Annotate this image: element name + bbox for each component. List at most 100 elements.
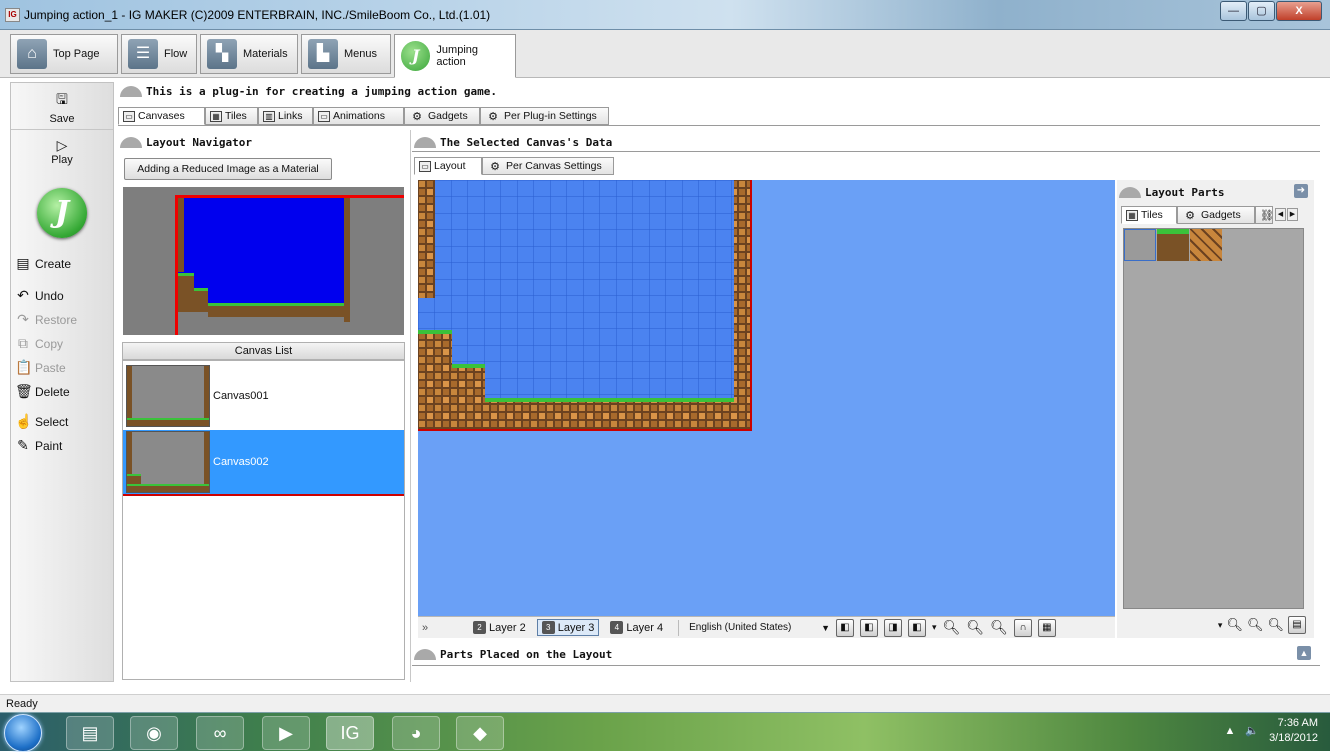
layout-parts-title: Layout Parts: [1119, 186, 1224, 199]
windows-taskbar: ▤ ◉ ∞ ▶ IG ◕ ◆ ▲ 🔈 7:36 AM 3/18/2012: [0, 712, 1330, 752]
clock-date[interactable]: 3/18/2012: [1269, 731, 1318, 746]
save-icon: 🖫: [56, 91, 68, 107]
layout-canvas[interactable]: [418, 180, 1115, 616]
tile-brick[interactable]: [1190, 229, 1222, 261]
zoom-in-icon[interactable]: 🔍︎: [1247, 617, 1264, 633]
app-icon[interactable]: ◆: [456, 716, 504, 750]
select-label: Select: [35, 414, 69, 429]
paint-button[interactable]: ✎ Paint: [15, 437, 62, 454]
layer-label: Layer 2: [489, 621, 526, 634]
layout-parts-panel: Layout Parts ➜ ▦ Tiles ⚙ Gadgets ⛓ ◀ ▶ ▾ 🔍…: [1117, 180, 1314, 638]
tab-jumping-action[interactable]: J Jumping action: [394, 34, 516, 78]
grid-icon[interactable]: ▦: [1037, 618, 1056, 637]
chrome-icon[interactable]: ◉: [130, 716, 178, 750]
canvas-list-item-selected[interactable]: Canvas002: [123, 430, 404, 496]
tab-links[interactable]: ▥ Links: [258, 107, 313, 125]
speaker-icon[interactable]: 🔈: [1245, 724, 1259, 739]
paint-label: Paint: [35, 438, 63, 453]
tab-tiles[interactable]: ▦ Tiles: [205, 107, 258, 125]
expand-button[interactable]: »: [422, 622, 462, 634]
tab-animations[interactable]: ▭ Animations: [313, 107, 404, 125]
ig-maker-icon[interactable]: IG: [326, 716, 374, 750]
tab-scroll-right-icon[interactable]: ▶: [1287, 208, 1298, 221]
tab-label: Animations: [333, 110, 385, 122]
layer-label: Layer 3: [557, 621, 595, 634]
layer-2-button[interactable]: 2 Layer 2: [468, 619, 531, 636]
save-button[interactable]: 🖫 Save: [11, 89, 113, 125]
tab-flow[interactable]: ☰ Flow: [121, 34, 197, 74]
tab-label: Layout: [434, 160, 466, 172]
zoom-out-icon[interactable]: 🔍︎: [1226, 617, 1243, 633]
menus-icon: ▙: [308, 39, 338, 69]
tab-label: Menus: [344, 48, 378, 60]
zoom-reset-icon[interactable]: 🔍︎: [990, 619, 1008, 636]
zoom-reset-icon[interactable]: 🔍︎: [1267, 617, 1284, 633]
list-view-icon[interactable]: ▤: [1288, 616, 1306, 634]
tab-gadgets[interactable]: ⚙ Gadgets: [404, 107, 480, 125]
add-reduced-image-button[interactable]: Adding a Reduced Image as a Material: [124, 158, 332, 180]
layout-map: [418, 180, 752, 431]
restore-button[interactable]: ↷ Restore: [15, 311, 77, 328]
tab-parts-more[interactable]: ⛓: [1255, 206, 1274, 224]
jumping-action-icon: J: [401, 41, 431, 71]
settings-icon: ⚙: [488, 110, 498, 123]
tab-menus[interactable]: ▙ Menus: [301, 34, 391, 74]
dropdown-arrow-icon[interactable]: ▾: [1218, 620, 1223, 631]
collapse-panel-icon[interactable]: ▲: [1297, 646, 1311, 660]
tab-layout[interactable]: ▭ Layout: [414, 157, 482, 175]
media-player-icon[interactable]: ▶: [262, 716, 310, 750]
play-button[interactable]: ▷ Play: [11, 137, 113, 166]
tab-label: Per Plug-in Settings: [504, 110, 597, 122]
close-button[interactable]: X: [1276, 1, 1322, 21]
status-bar: Ready: [0, 694, 1330, 712]
tab-materials[interactable]: ▚ Materials: [200, 34, 298, 74]
paste-button[interactable]: 📋 Paste: [15, 359, 66, 376]
tile-empty[interactable]: [1124, 229, 1156, 261]
copy-icon: ⧉: [18, 335, 28, 351]
create-button[interactable]: ▤ Create: [15, 255, 71, 272]
select-button[interactable]: ☝ Select: [15, 413, 68, 430]
main-tabbar: ⌂ Top Page ☰ Flow ▚ Materials ▙ Menus J …: [0, 30, 1330, 78]
magnet-icon[interactable]: ∩: [1013, 618, 1032, 637]
layer-view-icon[interactable]: ◧: [836, 618, 855, 637]
copy-button[interactable]: ⧉ Copy: [15, 335, 63, 352]
dropdown-arrow-icon[interactable]: ▼: [821, 623, 830, 633]
tile-ground-top[interactable]: [1157, 229, 1189, 261]
tab-top-page[interactable]: ⌂ Top Page: [10, 34, 118, 74]
tab-parts-gadgets[interactable]: ⚙ Gadgets: [1177, 206, 1255, 224]
start-button[interactable]: [4, 714, 42, 752]
layer-4-button[interactable]: 4 Layer 4: [605, 619, 668, 636]
canvas-list-item[interactable]: Canvas001: [123, 363, 404, 429]
navigator-map: [175, 195, 404, 335]
tiles-palette[interactable]: [1123, 228, 1304, 609]
delete-button[interactable]: 🗑 Delete: [15, 383, 70, 400]
tray-arrow-icon[interactable]: ▲: [1224, 724, 1235, 739]
create-icon: ▤: [16, 255, 30, 271]
layout-parts-title-text: Layout Parts: [1145, 186, 1225, 199]
minimize-button[interactable]: —: [1220, 1, 1247, 21]
file-explorer-icon[interactable]: ▤: [66, 716, 114, 750]
layer-view-icon[interactable]: ◨: [884, 618, 903, 637]
tab-canvases[interactable]: ▭ Canvases: [118, 107, 205, 125]
tab-label: Jumping action: [436, 44, 478, 68]
tab-parts-tiles[interactable]: ▦ Tiles: [1121, 206, 1177, 224]
maximize-button[interactable]: ▢: [1248, 1, 1275, 21]
tab-scroll-left-icon[interactable]: ◀: [1275, 208, 1286, 221]
parts-zoom-toolbar: ▾ 🔍︎ 🔍︎ 🔍︎ ▤: [1218, 616, 1306, 634]
layer-3-button[interactable]: 3 Layer 3: [536, 619, 600, 636]
zoom-in-icon[interactable]: 🔍︎: [966, 619, 984, 636]
expand-panel-icon[interactable]: ➜: [1294, 184, 1308, 198]
canvas-name: Canvas001: [213, 390, 269, 402]
tab-per-canvas-settings[interactable]: ⚙ Per Canvas Settings: [482, 157, 614, 175]
gimp-icon[interactable]: ◕: [392, 716, 440, 750]
tab-per-plugin-settings[interactable]: ⚙ Per Plug-in Settings: [480, 107, 609, 125]
window-title: Jumping action_1 - IG MAKER (C)2009 ENTE…: [24, 8, 491, 22]
layer-view-icon[interactable]: ◧: [908, 618, 927, 637]
undo-button[interactable]: ↶ Undo: [15, 287, 64, 304]
zoom-out-icon[interactable]: 🔍︎: [943, 619, 961, 636]
network-icon[interactable]: ∞: [196, 716, 244, 750]
dropdown-arrow-icon[interactable]: ▾: [932, 622, 937, 633]
layer-view-icon[interactable]: ◧: [860, 618, 879, 637]
layout-navigator-preview[interactable]: [123, 187, 404, 335]
language-select[interactable]: English (United States): [689, 622, 815, 633]
